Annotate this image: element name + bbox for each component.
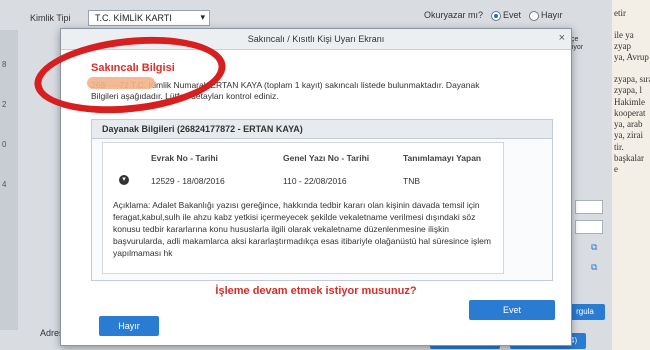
background-document-column: etir ile ya zyap ya, Avrup zyapa, sıra z…	[612, 0, 650, 350]
doc-text: zyapa, sıra	[614, 74, 650, 84]
okuryazar-hayir-option[interactable]: Hayır	[529, 10, 563, 21]
expand-row-icon[interactable]: ▾	[119, 175, 129, 185]
continue-question: İşleme devam etmek istiyor musunuz?	[215, 285, 417, 297]
radio-icon	[491, 10, 502, 21]
okuryazar-radio-group: Okuryazar mı? Evet Hayır	[424, 10, 563, 21]
left-fragment: 0	[2, 140, 7, 149]
okuryazar-evet-option[interactable]: Evet	[491, 10, 521, 21]
table-cell: 110 - 22/08/2016	[283, 176, 347, 186]
column-header: Evrak No - Tarihi	[151, 153, 218, 163]
doc-text: ya, arab	[614, 119, 643, 129]
side-input[interactable]	[575, 220, 603, 234]
panel-title: Dayanak Bilgileri (26824177872 - ERTAN K…	[92, 120, 552, 139]
doc-text: kooperat	[614, 108, 646, 118]
doc-text: ile ya	[614, 30, 634, 40]
column-header: Tanımlamayı Yapan	[403, 153, 482, 163]
left-strip: 8 2 0 4	[0, 30, 18, 330]
doc-text: e	[614, 164, 618, 174]
kimlik-tipi-select[interactable]: T.C. KİMLİK KARTI ▾	[88, 10, 210, 26]
doc-text: ya, Avrup	[614, 52, 649, 62]
table-cell: TNB	[403, 176, 420, 186]
doc-text: etir	[614, 8, 626, 18]
left-fragment: 2	[2, 100, 7, 109]
info-icon[interactable]: ⧉	[591, 262, 597, 273]
close-icon[interactable]: ×	[559, 32, 565, 44]
kimlik-tipi-label: Kimlik Tipi	[30, 13, 71, 23]
doc-text: tir.	[614, 142, 624, 152]
doc-text: zyapa, l	[614, 85, 642, 95]
chevron-down-icon: ▾	[200, 12, 205, 22]
info-icon[interactable]: ⧉	[591, 242, 597, 253]
dayanak-panel: Dayanak Bilgileri (26824177872 - ERTAN K…	[91, 119, 553, 281]
okuryazar-label: Okuryazar mı?	[424, 10, 484, 21]
side-input[interactable]	[575, 200, 603, 214]
aciklama-text: Açıklama: Adalet Bakanlığı yazısı gereği…	[113, 200, 491, 258]
doc-text: zyap	[614, 41, 631, 51]
doc-text: ya, zirai	[614, 130, 643, 140]
doc-text: Hakimle	[614, 97, 645, 107]
left-fragment: 4	[2, 180, 7, 189]
radio-icon	[529, 10, 540, 21]
dayanak-table: Evrak No - Tarihi Genel Yazı No - Tarihi…	[102, 142, 504, 274]
doc-text: başkalar	[614, 153, 644, 163]
kimlik-tipi-value: T.C. KİMLİK KARTI	[95, 13, 172, 23]
evet-button[interactable]: Evet	[469, 300, 555, 320]
table-cell: 12529 - 18/08/2016	[151, 176, 225, 186]
hayir-button[interactable]: Hayır	[99, 316, 159, 336]
left-fragment: 8	[2, 60, 7, 69]
column-header: Genel Yazı No - Tarihi	[283, 153, 370, 163]
